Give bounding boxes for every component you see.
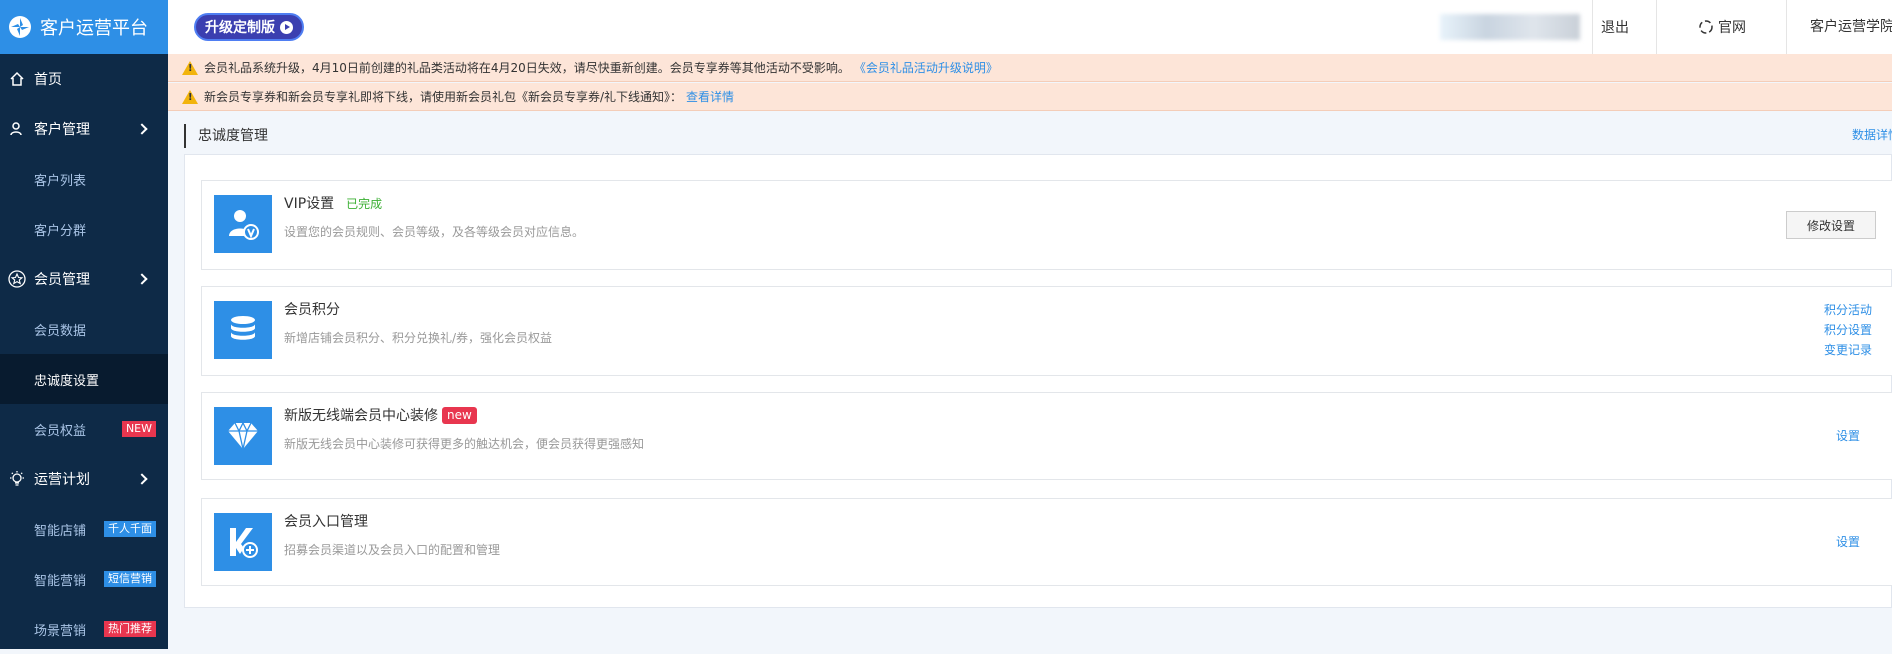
status-badge: 已完成: [346, 196, 383, 211]
smart-store-tag: 千人千面: [104, 521, 156, 537]
nav-scene-marketing-label: 场景营销: [34, 623, 87, 639]
vip-settings-card: VIP设置 已完成 设置您的会员规则、会员等级，及各等级会员对应信息。 修改设置: [201, 180, 1892, 270]
notice-1-link[interactable]: 《会员礼品活动升级说明》: [854, 59, 998, 76]
nav-home-label: 首页: [34, 72, 62, 88]
nav-scene-marketing[interactable]: 场景营销 热门推荐: [0, 604, 168, 654]
nav-member-management[interactable]: 会员管理: [0, 254, 168, 304]
member-points-desc: 新增店铺会员积分、积分兑换礼/券，强化会员权益: [284, 331, 553, 345]
warning-icon: [182, 89, 198, 104]
nav-smart-marketing[interactable]: 智能营销 短信营销: [0, 554, 168, 604]
nav-member-data[interactable]: 会员数据: [0, 304, 168, 354]
notice-2-link[interactable]: 查看详情: [686, 88, 734, 105]
nav-customer-groups-label: 客户分群: [34, 223, 87, 239]
chevron-right-icon: [136, 123, 148, 135]
top-header: 升级定制版 退出 官网 客户运营学院: [168, 0, 1892, 54]
wireless-member-center-title-text: 新版无线端会员中心装修: [284, 408, 438, 424]
user-account-blurred[interactable]: [1440, 14, 1580, 40]
logo-text: 客户运营平台: [40, 18, 148, 39]
notice-1-text: 会员礼品系统升级，4月10日前创建的礼品类活动将在4月20日失效，请尽快重新创建…: [204, 61, 850, 75]
nav-loyalty-settings-label: 忠诚度设置: [34, 373, 100, 389]
points-settings-link[interactable]: 积分设置: [1824, 321, 1872, 338]
nav-smart-marketing-label: 智能营销: [34, 573, 87, 589]
nav-customer-management[interactable]: 客户管理: [0, 104, 168, 154]
modify-settings-button[interactable]: 修改设置: [1786, 211, 1876, 239]
points-activity-link[interactable]: 积分活动: [1824, 301, 1872, 318]
nav-customer-list-label: 客户列表: [34, 173, 87, 189]
nav-member-benefits-label: 会员权益: [34, 423, 87, 439]
member-points-card: 会员积分 新增店铺会员积分、积分兑换礼/券，强化会员权益 积分活动 积分设置 变…: [201, 286, 1892, 376]
user-icon: [8, 120, 26, 138]
hot-recommend-tag: 热门推荐: [104, 621, 156, 637]
play-icon: [280, 20, 293, 34]
vip-settings-desc: 设置您的会员规则、会员等级，及各等级会员对应信息。: [284, 225, 585, 239]
nav-smart-store-label: 智能店铺: [34, 523, 87, 539]
new-badge: new: [442, 406, 477, 424]
notice-bar-2: 新会员专享券和新会员专享礼即将下线，请使用新会员礼包《新会员专享券/礼下线通知》…: [168, 83, 1892, 111]
member-entry-desc: 招募会员渠道以及会员入口的配置和管理: [284, 543, 501, 557]
nav-smart-store[interactable]: 智能店铺 千人千面: [0, 504, 168, 554]
member-entry-title-text: 会员入口管理: [284, 514, 368, 530]
home-icon: [8, 70, 26, 88]
header-divider: [1786, 0, 1787, 54]
nav-operation-plan[interactable]: 运营计划: [0, 454, 168, 504]
upgrade-button-label: 升级定制版: [205, 20, 275, 36]
notice-2-text: 新会员专享券和新会员专享礼即将下线，请使用新会员礼包《新会员专享券/礼下线通知》…: [204, 90, 683, 104]
entry-settings-link[interactable]: 设置: [1836, 533, 1860, 550]
academy-link[interactable]: 客户运营学院: [1810, 0, 1892, 54]
data-detail-link[interactable]: 数据详情: [1852, 126, 1892, 143]
official-site-label: 官网: [1718, 20, 1746, 36]
warning-icon: [182, 60, 198, 75]
wireless-member-center-card: 新版无线端会员中心装修 new 新版无线会员中心装修可获得更多的触达机会，便会员…: [201, 392, 1892, 480]
chevron-right-icon: [136, 473, 148, 485]
chevron-right-icon: [136, 273, 148, 285]
sidebar: 客户运营平台 首页 客户管理 客户列表 客户分群 会员管理 会员数据 忠诚度设置…: [0, 0, 168, 649]
nav-member-benefits[interactable]: 会员权益 NEW: [0, 404, 168, 454]
nav-customer-list[interactable]: 客户列表: [0, 154, 168, 204]
wireless-settings-link[interactable]: 设置: [1836, 427, 1860, 444]
new-tag: NEW: [121, 421, 156, 437]
member-points-title-text: 会员积分: [284, 302, 340, 318]
member-points-title: 会员积分: [284, 299, 340, 319]
nav-member-data-label: 会员数据: [34, 323, 87, 339]
star-icon: [8, 270, 26, 288]
wireless-member-center-title: 新版无线端会员中心装修 new: [284, 405, 477, 425]
nav-home[interactable]: 首页: [0, 54, 168, 104]
member-entry-card: 会员入口管理 招募会员渠道以及会员入口的配置和管理 设置: [201, 498, 1892, 586]
notice-bar-1: 会员礼品系统升级，4月10日前创建的礼品类活动将在4月20日失效，请尽快重新创建…: [168, 54, 1892, 82]
official-site-icon: [1699, 20, 1713, 34]
page-title: 忠诚度管理: [184, 124, 268, 148]
header-divider: [1592, 0, 1593, 54]
change-record-link[interactable]: 变更记录: [1824, 341, 1872, 358]
entry-icon: [214, 513, 272, 571]
nav-member-management-label: 会员管理: [34, 272, 90, 288]
nav-customer-groups[interactable]: 客户分群: [0, 204, 168, 254]
nav-customer-management-label: 客户管理: [34, 122, 90, 138]
logo-icon: [9, 16, 31, 38]
bulb-icon: [8, 470, 26, 488]
nav-operation-plan-label: 运营计划: [34, 472, 90, 488]
points-coin-icon: [214, 301, 272, 359]
vip-settings-title: VIP设置 已完成: [284, 193, 382, 213]
vip-user-icon: [214, 195, 272, 253]
diamond-icon: [214, 407, 272, 465]
sms-marketing-tag: 短信营销: [104, 571, 156, 587]
header-divider: [1656, 0, 1657, 54]
member-entry-title: 会员入口管理: [284, 511, 368, 531]
logo-bar[interactable]: 客户运营平台: [0, 0, 168, 54]
wireless-member-center-desc: 新版无线会员中心装修可获得更多的触达机会，便会员获得更强感知: [284, 437, 645, 451]
official-site-link[interactable]: 官网: [1698, 0, 1746, 54]
loyalty-panel: VIP设置 已完成 设置您的会员规则、会员等级，及各等级会员对应信息。 修改设置…: [184, 154, 1892, 608]
vip-settings-title-text: VIP设置: [284, 196, 335, 212]
nav-loyalty-settings[interactable]: 忠诚度设置: [0, 354, 168, 404]
logout-link[interactable]: 退出: [1601, 0, 1629, 54]
upgrade-button[interactable]: 升级定制版: [194, 13, 304, 41]
